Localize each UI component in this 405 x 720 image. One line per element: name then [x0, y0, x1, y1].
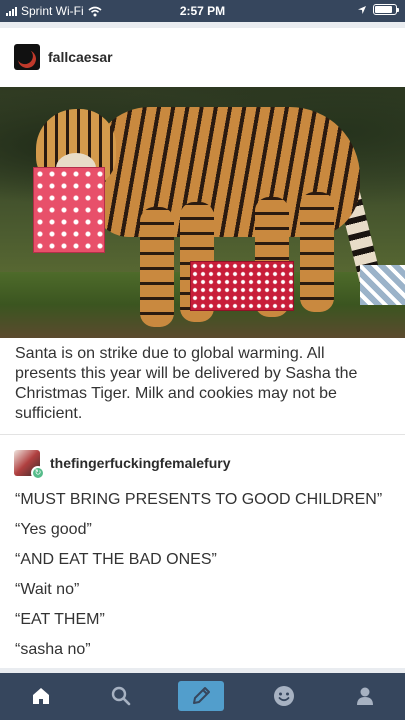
post-header[interactable]: fallcaesar [14, 44, 113, 70]
tab-bar [0, 673, 405, 720]
status-right [357, 4, 399, 15]
account-icon [357, 687, 373, 705]
gift-box-pink [33, 167, 105, 253]
quote-line: “AND EAT THE BAD ONES” [15, 551, 217, 568]
home-icon [33, 688, 49, 704]
tab-home[interactable] [21, 681, 61, 711]
reblog-avatar[interactable]: ↻ [14, 450, 45, 480]
activity-icon [274, 686, 294, 706]
status-time: 2:57 PM [179, 4, 226, 18]
divider [0, 434, 405, 435]
reblog-icon: ↻ [31, 466, 45, 480]
tab-compose[interactable] [178, 681, 224, 711]
reblog-body: “MUST BRING PRESENTS TO GOOD CHILDREN” “… [15, 490, 395, 670]
reblog-header[interactable]: ↻ thefingerfuckingfemalefury [14, 450, 230, 480]
location-arrow-icon [358, 5, 366, 14]
quote-line: “Yes good” [15, 521, 92, 538]
quote-line: “MUST BRING PRESENTS TO GOOD CHILDREN” [15, 491, 383, 508]
tab-search[interactable] [101, 681, 141, 711]
compose-icon [193, 687, 210, 704]
post-photo[interactable] [0, 87, 405, 338]
status-bar: Sprint Wi-Fi 2:57 PM [0, 0, 405, 22]
quote-line: “sasha no” [15, 641, 91, 658]
reblog-author[interactable]: thefingerfuckingfemalefury [50, 455, 230, 471]
battery-fill [375, 6, 392, 13]
search-icon [111, 686, 131, 706]
post-card: fallcaesar Santa is on strike due to glo… [0, 28, 405, 668]
post-caption: Santa is on strike due to global warming… [15, 345, 358, 422]
tiger-leg [140, 207, 174, 327]
tab-activity[interactable] [264, 681, 304, 711]
tiger-leg [300, 192, 334, 312]
avatar[interactable] [14, 44, 40, 70]
gift-box-blue [360, 265, 405, 305]
compose-button[interactable] [178, 681, 224, 711]
quote-line: “EAT THEM” [15, 611, 105, 628]
battery-icon [373, 4, 399, 15]
tab-account[interactable] [345, 681, 385, 711]
quote-line: “Wait no” [15, 581, 80, 598]
post-author[interactable]: fallcaesar [48, 49, 113, 65]
gift-box-red [190, 261, 294, 311]
